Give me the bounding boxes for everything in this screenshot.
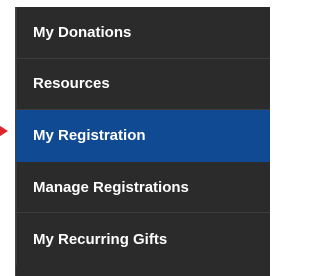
menu-item-label: My Recurring Gifts: [33, 230, 168, 248]
menu-item-my-recurring-gifts[interactable]: My Recurring Gifts: [16, 213, 270, 265]
menu-item-my-donations[interactable]: My Donations: [16, 7, 270, 59]
menu-item-label: Resources: [33, 75, 110, 93]
screenshot-frame: My Donations Resources My Registration M…: [0, 0, 270, 276]
red-pointer-arrow-icon: [0, 122, 8, 140]
menu-item-label: My Donations: [33, 23, 132, 41]
menu-item-label: My Registration: [33, 126, 146, 144]
menu-item-my-registration[interactable]: My Registration: [16, 110, 270, 162]
menu-item-resources[interactable]: Resources: [16, 58, 270, 111]
account-sidebar-menu: My Donations Resources My Registration M…: [16, 7, 270, 276]
menu-item-label: Manage Registrations: [33, 178, 189, 196]
menu-item-manage-registrations[interactable]: Manage Registrations: [16, 161, 270, 214]
